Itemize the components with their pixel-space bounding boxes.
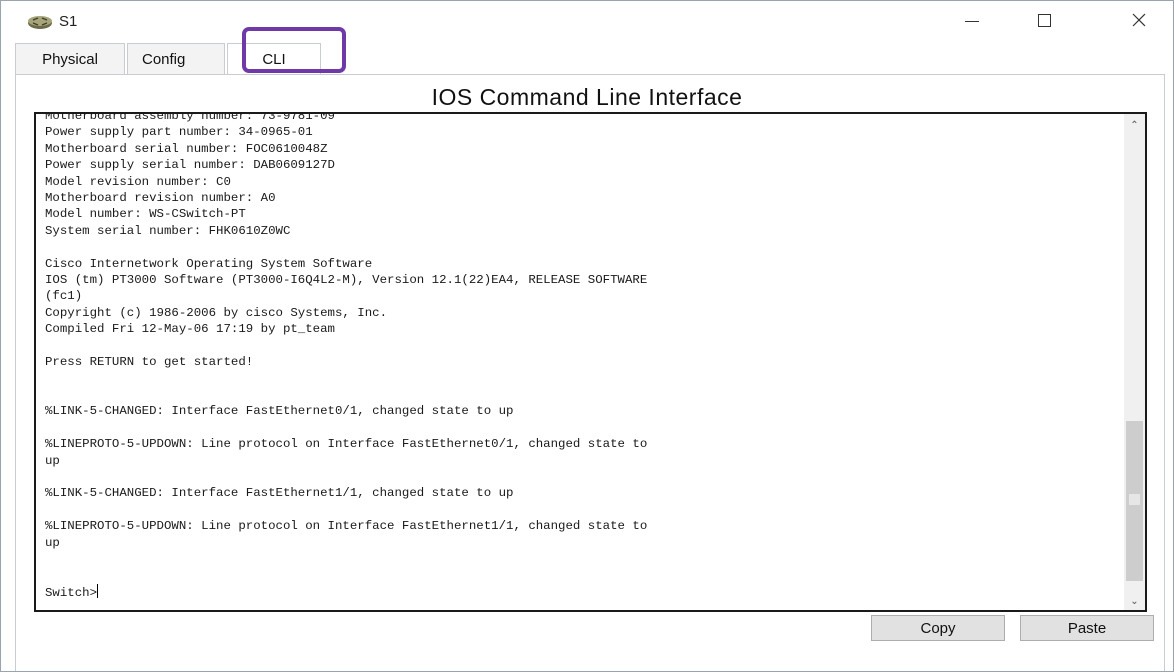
terminal-line: Model revision number: C0	[45, 174, 231, 189]
maximize-button[interactable]	[1021, 1, 1067, 39]
terminal-line: Model number: WS-CSwitch-PT	[45, 207, 246, 222]
terminal-line: %LINK-5-CHANGED: Interface FastEthernet1…	[45, 486, 514, 501]
minimize-icon	[965, 20, 979, 22]
scroll-down-button[interactable]: ⌄	[1124, 592, 1145, 610]
text-cursor	[97, 583, 99, 598]
terminal-line: System serial number: FHK0610Z0WC	[45, 223, 291, 238]
terminal-line: Motherboard assembly number: 73-9781-09	[45, 112, 335, 123]
terminal-line: Motherboard serial number: FOC0610048Z	[45, 141, 328, 156]
maximize-icon	[1037, 13, 1051, 27]
title-bar[interactable]: S1	[1, 1, 1173, 41]
command-prompt[interactable]: Switch>	[45, 586, 97, 600]
close-button[interactable]	[1116, 1, 1162, 39]
minimize-button[interactable]	[949, 1, 995, 39]
terminal-line: Copyright (c) 1986-2006 by cisco Systems…	[45, 305, 388, 320]
terminal-line: %LINK-5-CHANGED: Interface FastEthernet0…	[45, 404, 514, 419]
tab-bar: Physical Config CLI	[15, 43, 323, 75]
terminal-line: Motherboard revision number: A0	[45, 191, 276, 206]
terminal-line: Cisco Internetwork Operating System Soft…	[45, 256, 373, 271]
close-icon	[1132, 13, 1146, 27]
scroll-grip-icon	[1129, 494, 1140, 505]
window-title: S1	[59, 13, 78, 30]
terminal-line: %LINEPROTO-5-UPDOWN: Line protocol on In…	[45, 519, 648, 534]
tab-config[interactable]: Config	[127, 43, 225, 74]
vertical-scrollbar[interactable]: ⌃ ⌄	[1124, 114, 1145, 610]
terminal-line: up	[45, 453, 60, 468]
switch-device-icon	[28, 16, 52, 29]
terminal-line: up	[45, 535, 60, 550]
tab-cli[interactable]: CLI	[227, 43, 321, 75]
paste-button[interactable]: Paste	[1020, 615, 1154, 641]
terminal-lines: Motherboard assembly number: 73-9781-09 …	[45, 112, 648, 550]
chevron-up-icon: ⌃	[1130, 119, 1139, 131]
terminal-line: %LINEPROTO-5-UPDOWN: Line protocol on In…	[45, 437, 648, 452]
terminal-line: Power supply serial number: DAB0609127D	[45, 158, 335, 173]
tab-physical[interactable]: Physical	[15, 43, 125, 74]
scroll-up-button[interactable]: ⌃	[1124, 116, 1145, 134]
terminal-line: Compiled Fri 12-May-06 17:19 by pt_team	[45, 322, 335, 337]
cli-terminal[interactable]: Motherboard assembly number: 73-9781-09 …	[34, 112, 1147, 612]
terminal-line: Press RETURN to get started!	[45, 355, 254, 370]
terminal-output: Motherboard assembly number: 73-9781-09 …	[45, 112, 1115, 601]
terminal-line: IOS (tm) PT3000 Software (PT3000-I6Q4L2-…	[45, 273, 648, 288]
cli-title: IOS Command Line Interface	[431, 84, 743, 110]
chevron-down-icon: ⌄	[1130, 595, 1139, 607]
terminal-line: Power supply part number: 34-0965-01	[45, 125, 313, 140]
copy-button[interactable]: Copy	[871, 615, 1005, 641]
device-window: S1 Physical Config CLI IOS Command Line …	[0, 0, 1174, 672]
terminal-line: (fc1)	[45, 289, 83, 304]
